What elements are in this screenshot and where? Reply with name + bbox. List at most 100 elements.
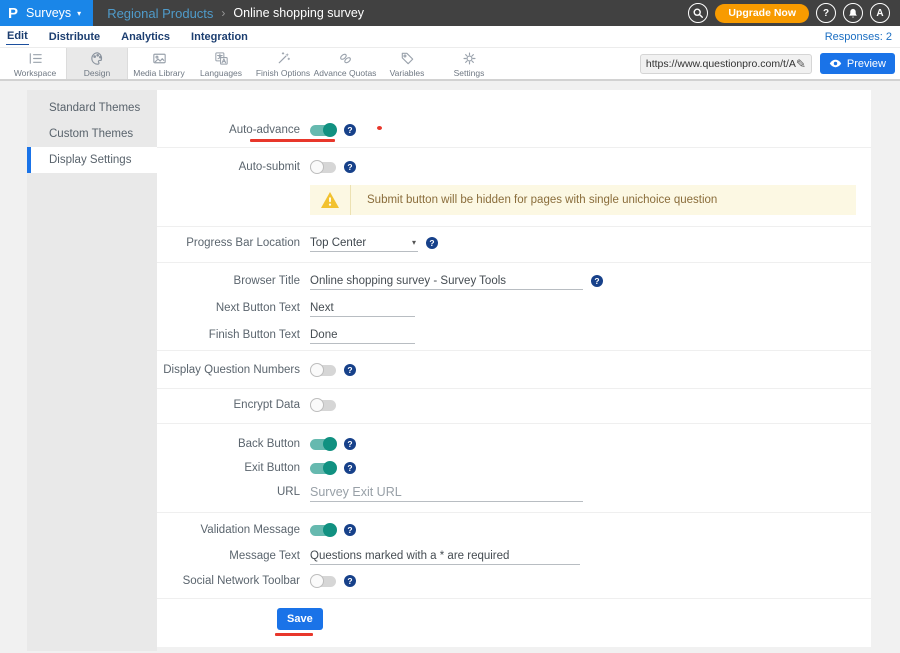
- finish-button-text-input[interactable]: [310, 327, 415, 344]
- toolbar-right: ✎ Preview: [640, 48, 900, 79]
- field-help-icon[interactable]: ?: [426, 237, 438, 249]
- save-button[interactable]: Save: [277, 608, 323, 630]
- search-icon[interactable]: [688, 3, 708, 23]
- select-value: Top Center: [310, 237, 366, 249]
- message-text-input[interactable]: [310, 548, 580, 565]
- browser-title-row: Browser Title ?: [157, 269, 871, 293]
- chevron-down-icon: ▾: [77, 9, 81, 18]
- preview-button-label: Preview: [847, 58, 886, 70]
- exit-url-input[interactable]: [310, 483, 583, 502]
- questionpro-logo: P: [8, 6, 18, 21]
- field-help-icon[interactable]: ?: [344, 575, 356, 587]
- finish-button-text-row: Finish Button Text: [157, 323, 871, 347]
- preview-button[interactable]: Preview: [820, 53, 895, 74]
- magic-wand-icon: [275, 50, 292, 67]
- auto-advance-toggle[interactable]: [310, 125, 336, 136]
- sidebar-item-standard-themes[interactable]: Standard Themes: [27, 95, 157, 121]
- toolbar-item-settings[interactable]: Settings: [438, 48, 500, 79]
- progress-bar-location-select[interactable]: Top Center ▾: [310, 235, 418, 252]
- exit-button-toggle[interactable]: [310, 463, 336, 474]
- bell-icon[interactable]: [843, 3, 863, 23]
- avatar[interactable]: A: [870, 3, 890, 23]
- sidebar-item-custom-themes[interactable]: Custom Themes: [27, 121, 157, 147]
- validation-message-toggle[interactable]: [310, 525, 336, 536]
- social-network-toolbar-label: Social Network Toolbar: [157, 575, 300, 587]
- field-help-icon[interactable]: ?: [344, 364, 356, 376]
- exit-button-row: Exit Button ?: [157, 456, 871, 480]
- toggle-knob: [323, 461, 337, 475]
- tab-edit[interactable]: Edit: [6, 28, 29, 45]
- display-question-numbers-row: Display Question Numbers ?: [157, 358, 871, 382]
- browser-title-input[interactable]: [310, 273, 583, 290]
- field-help-icon[interactable]: ?: [344, 462, 356, 474]
- gear-icon: [461, 50, 478, 67]
- back-button-label: Back Button: [157, 438, 300, 450]
- chain-links-icon: [337, 50, 354, 67]
- field-help-icon[interactable]: ?: [591, 275, 603, 287]
- field-help-icon[interactable]: ?: [344, 438, 356, 450]
- warning-text: Submit button will be hidden for pages w…: [351, 194, 717, 206]
- toolbar-item-languages[interactable]: Languages: [190, 48, 252, 79]
- toggle-knob: [323, 437, 337, 451]
- back-button-toggle[interactable]: [310, 439, 336, 450]
- display-settings-panel: Auto-advance ? Auto-submit ? Submit butt…: [157, 90, 871, 647]
- main-area: Standard Themes Custom Themes Display Se…: [0, 81, 900, 651]
- encrypt-data-row: Encrypt Data: [157, 393, 871, 417]
- tab-integration[interactable]: Integration: [190, 29, 249, 45]
- breadcrumb-parent-link[interactable]: Regional Products: [107, 6, 213, 21]
- exit-url-row: URL: [157, 480, 871, 504]
- next-button-text-row: Next Button Text: [157, 296, 871, 320]
- toolbar-item-variables[interactable]: Variables: [376, 48, 438, 79]
- social-network-toolbar-row: Social Network Toolbar ?: [157, 569, 871, 593]
- toolbar-item-media-library[interactable]: Media Library: [128, 48, 190, 79]
- breadcrumb: Regional Products › Online shopping surv…: [107, 6, 364, 21]
- divider: [157, 262, 871, 263]
- social-network-toolbar-toggle[interactable]: [310, 576, 336, 587]
- sidebar-item-display-settings[interactable]: Display Settings: [27, 147, 157, 173]
- chevron-down-icon: ▾: [412, 238, 416, 247]
- red-underline-annotation: [275, 633, 313, 636]
- tab-distribute[interactable]: Distribute: [48, 29, 101, 45]
- next-button-text-label: Next Button Text: [157, 302, 300, 314]
- tab-analytics[interactable]: Analytics: [120, 29, 171, 45]
- next-button-text-input[interactable]: [310, 300, 415, 317]
- toggle-knob: [323, 523, 337, 537]
- red-underline-annotation: [250, 139, 335, 142]
- workspace-list-icon: [27, 50, 44, 67]
- image-icon: [151, 50, 168, 67]
- breadcrumb-separator: ›: [221, 6, 225, 20]
- responses-count[interactable]: Responses: 2: [825, 31, 892, 43]
- edit-toolbar: Workspace Design Media Library Languages…: [0, 47, 900, 81]
- validation-message-row: Validation Message ?: [157, 518, 871, 542]
- toolbar-item-label: Finish Options: [256, 68, 310, 78]
- auto-submit-toggle[interactable]: [310, 162, 336, 173]
- surveys-menu[interactable]: P Surveys ▾: [0, 0, 93, 26]
- finish-button-text-label: Finish Button Text: [157, 329, 300, 341]
- top-header-bar: P Surveys ▾ Regional Products › Online s…: [0, 0, 900, 26]
- toolbar-item-advance-quotas[interactable]: Advance Quotas: [314, 48, 376, 79]
- auto-advance-label: Auto-advance: [157, 124, 300, 136]
- tag-icon: [399, 50, 416, 67]
- field-help-icon[interactable]: ?: [344, 161, 356, 173]
- survey-section-nav: Edit Distribute Analytics Integration Re…: [0, 26, 900, 47]
- progress-bar-location-row: Progress Bar Location Top Center ▾ ?: [157, 231, 871, 255]
- edit-url-pencil-icon[interactable]: ✎: [796, 57, 806, 71]
- display-question-numbers-toggle[interactable]: [310, 365, 336, 376]
- toolbar-item-workspace[interactable]: Workspace: [4, 48, 66, 79]
- auto-submit-label: Auto-submit: [157, 161, 300, 173]
- surveys-menu-label: Surveys: [26, 6, 71, 20]
- toggle-knob: [310, 160, 324, 174]
- toggle-knob: [323, 123, 337, 137]
- survey-url-input[interactable]: [646, 58, 796, 70]
- field-help-icon[interactable]: ?: [344, 124, 356, 136]
- field-help-icon[interactable]: ?: [344, 524, 356, 536]
- toolbar-item-finish-options[interactable]: Finish Options: [252, 48, 314, 79]
- toolbar-item-label: Workspace: [14, 68, 56, 78]
- upgrade-now-button[interactable]: Upgrade Now: [715, 4, 809, 23]
- divider: [157, 226, 871, 227]
- encrypt-data-toggle[interactable]: [310, 400, 336, 411]
- toolbar-item-label: Languages: [200, 68, 242, 78]
- help-icon[interactable]: ?: [816, 3, 836, 23]
- toolbar-item-label: Design: [84, 68, 110, 78]
- toolbar-item-design[interactable]: Design: [66, 48, 128, 79]
